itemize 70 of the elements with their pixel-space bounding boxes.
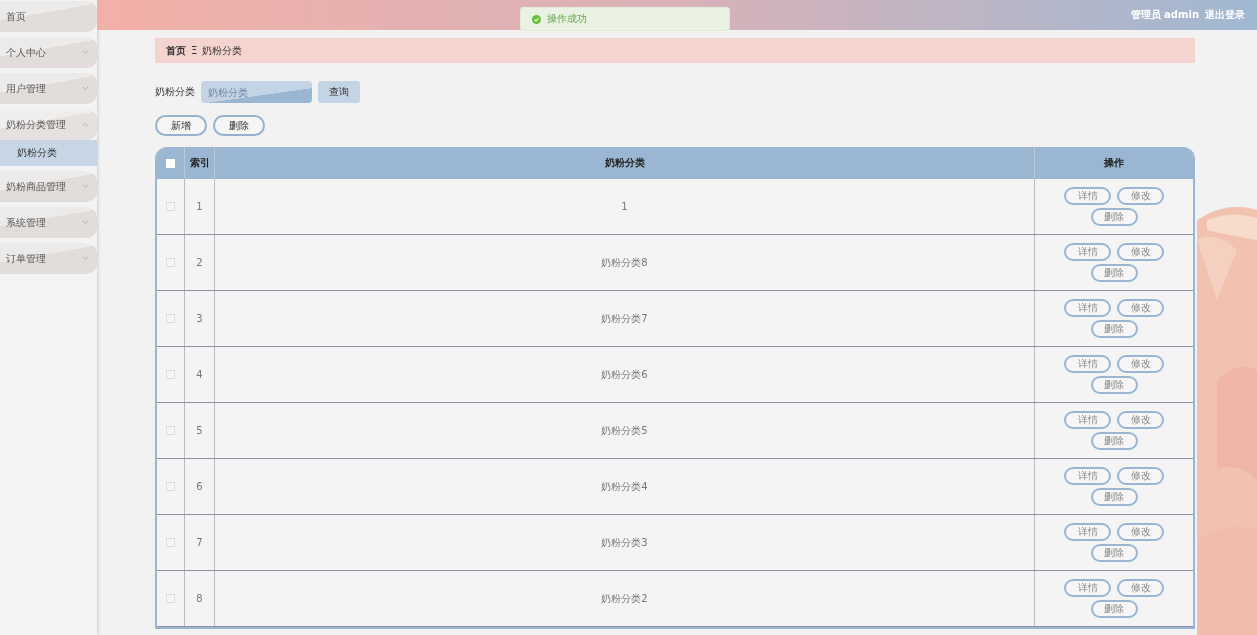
row-checkbox[interactable]: [166, 538, 175, 547]
details-button[interactable]: 详情: [1064, 355, 1111, 373]
details-button[interactable]: 详情: [1064, 187, 1111, 205]
edit-button[interactable]: 修改: [1117, 523, 1164, 541]
delete-button[interactable]: 删除: [1090, 432, 1138, 450]
table-cell: 4: [185, 347, 215, 402]
table-cell: 3: [185, 291, 215, 346]
breadcrumb-separator: Ξ: [191, 45, 198, 56]
row-checkbox[interactable]: [166, 482, 175, 491]
sidebar-item[interactable]: 奶粉分类管理: [0, 109, 97, 140]
delete-button[interactable]: 删除: [1090, 600, 1138, 618]
table-cell: 奶粉分类5: [215, 403, 1035, 458]
row-checkbox[interactable]: [166, 258, 175, 267]
sidebar-item[interactable]: 用户管理: [0, 73, 97, 104]
table-cell: 奶粉分类4: [215, 459, 1035, 514]
breadcrumb-link[interactable]: 首页: [166, 43, 186, 58]
table-cell: 5: [185, 403, 215, 458]
details-button[interactable]: 详情: [1064, 299, 1111, 317]
row-checkbox[interactable]: [166, 426, 175, 435]
edit-button[interactable]: 修改: [1117, 187, 1164, 205]
table-cell: 7: [185, 515, 215, 570]
table-cell: 6: [185, 459, 215, 514]
breadcrumb-current: 奶粉分类: [202, 43, 243, 58]
delete-button[interactable]: 删除: [1090, 208, 1138, 226]
user-label: 管理员 admin: [1130, 8, 1199, 22]
table-cell: 1: [185, 179, 215, 234]
sidebar-item[interactable]: 订单管理: [0, 243, 97, 274]
logout-link[interactable]: 退出登录: [1205, 8, 1245, 22]
row-checkbox[interactable]: [166, 594, 175, 603]
table-cell: 奶粉分类2: [215, 571, 1035, 626]
delete-button[interactable]: 删除: [213, 115, 265, 136]
delete-button[interactable]: 删除: [1090, 376, 1138, 394]
table-cell: 8: [185, 571, 215, 626]
details-button[interactable]: 详情: [1064, 411, 1111, 429]
table-cell: 1: [215, 179, 1035, 234]
edit-button[interactable]: 修改: [1117, 243, 1164, 261]
row-checkbox[interactable]: [166, 314, 175, 323]
row-checkbox[interactable]: [166, 202, 175, 211]
edit-button[interactable]: 修改: [1117, 411, 1164, 429]
search-label: 奶粉分类: [155, 85, 195, 99]
sidebar-subitem[interactable]: 奶粉分类: [0, 140, 97, 166]
search-field[interactable]: 奶粉分类: [201, 81, 312, 103]
edit-button[interactable]: 修改: [1117, 467, 1164, 485]
delete-button[interactable]: 删除: [1090, 544, 1138, 562]
edit-button[interactable]: 修改: [1117, 579, 1164, 597]
sidebar-item[interactable]: 首页: [0, 1, 97, 32]
check-icon: [532, 14, 541, 24]
details-button[interactable]: 详情: [1064, 523, 1111, 541]
sidebar-item[interactable]: 系统管理: [0, 207, 97, 238]
edit-button[interactable]: 修改: [1117, 355, 1164, 373]
delete-button[interactable]: 删除: [1090, 264, 1138, 282]
table-cell: 奶粉分类8: [215, 235, 1035, 290]
table-cell: 2: [185, 235, 215, 290]
toast-message: 操作成功: [547, 12, 587, 26]
delete-button[interactable]: 删除: [1090, 488, 1138, 506]
sidebar-item[interactable]: 奶粉商品管理: [0, 171, 97, 202]
details-button[interactable]: 详情: [1064, 467, 1111, 485]
search-button[interactable]: 查询: [318, 81, 360, 103]
table-cell: 奶粉分类3: [215, 515, 1035, 570]
details-button[interactable]: 详情: [1064, 243, 1111, 261]
select-all-checkbox[interactable]: [166, 158, 175, 168]
delete-button[interactable]: 删除: [1090, 320, 1138, 338]
column-header: 操作: [1103, 156, 1125, 170]
row-checkbox[interactable]: [166, 370, 175, 379]
edit-button[interactable]: 修改: [1117, 299, 1164, 317]
sidebar-item[interactable]: 个人中心: [0, 37, 97, 68]
table-cell: 奶粉分类7: [215, 291, 1035, 346]
add-button[interactable]: 新增: [155, 115, 207, 136]
details-button[interactable]: 详情: [1064, 579, 1111, 597]
table-cell: 奶粉分类6: [215, 347, 1035, 402]
